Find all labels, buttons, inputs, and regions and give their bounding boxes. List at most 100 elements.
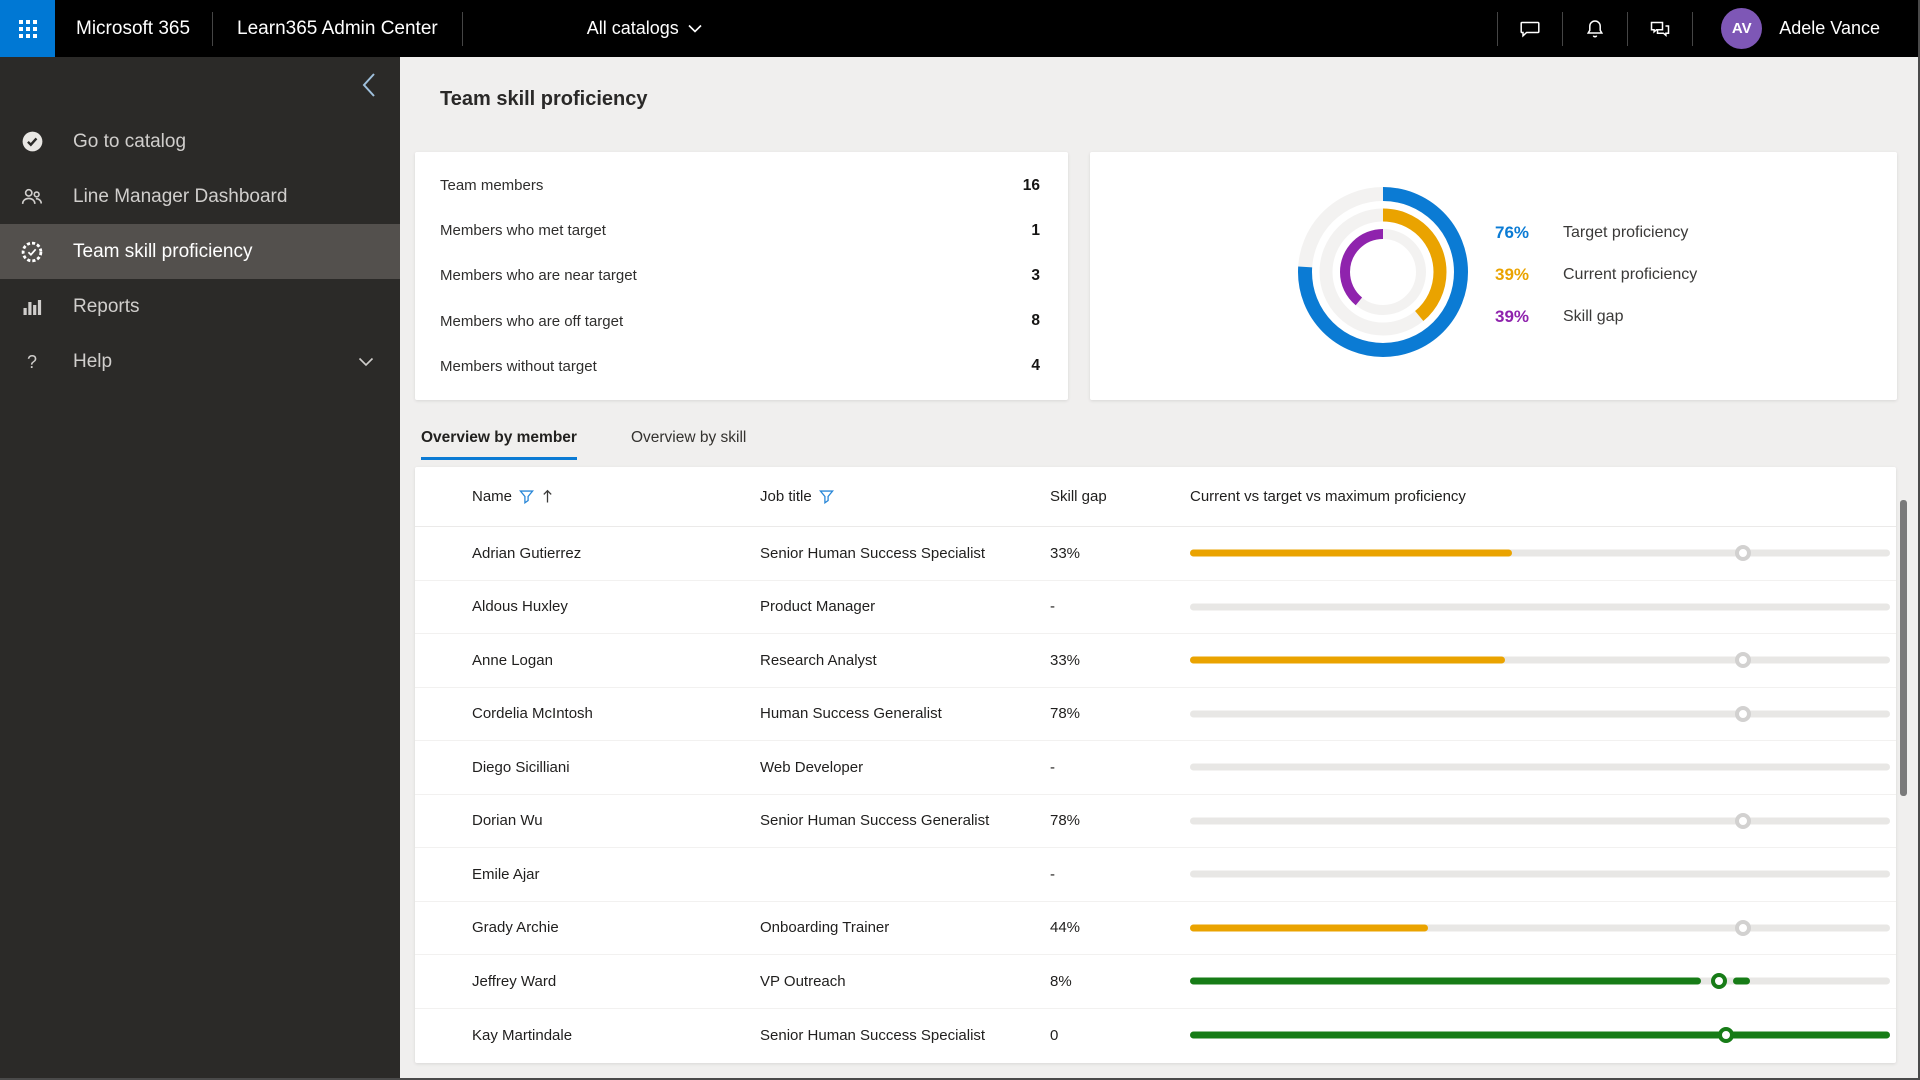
table-row[interactable]: Kay Martindale Senior Human Success Spec… xyxy=(415,1009,1896,1063)
notifications-button[interactable] xyxy=(1563,1,1627,57)
feedback-button[interactable] xyxy=(1628,1,1692,57)
cell-name: Kay Martindale xyxy=(472,1026,573,1044)
cell-name: Grady Archie xyxy=(472,919,559,937)
tab-overview-by-skill[interactable]: Overview by skill xyxy=(631,428,746,460)
stat-row: Team members 16 xyxy=(440,177,1040,195)
cell-job-title: Senior Human Success Specialist xyxy=(760,544,986,562)
sidebar-nav: Go to catalog Line Manager Dashboard Tea… xyxy=(0,114,400,389)
sidebar-item-label: Line Manager Dashboard xyxy=(73,185,288,207)
stat-value: 8 xyxy=(1031,312,1040,330)
question-icon: ? xyxy=(19,349,45,375)
legend-label: Current proficiency xyxy=(1563,266,1698,283)
table-row[interactable]: Cordelia McIntosh Human Success Generali… xyxy=(415,688,1896,741)
proficiency-bar xyxy=(1190,955,1890,1008)
table-row[interactable]: Anne Logan Research Analyst 33% xyxy=(415,634,1896,688)
vertical-scrollbar[interactable] xyxy=(1900,500,1907,796)
members-table: Name Job title Skill gap Current vs targ… xyxy=(415,467,1896,1063)
legend-label: Target proficiency xyxy=(1563,224,1689,241)
stat-row: Members who are off target 8 xyxy=(440,312,1040,330)
sidebar-item-reports[interactable]: Reports xyxy=(0,279,400,334)
people-icon xyxy=(19,184,45,210)
table-row[interactable]: Adrian Gutierrez Senior Human Success Sp… xyxy=(415,527,1896,581)
learn365-admin-window: Microsoft 365 Learn365 Admin Center All … xyxy=(0,0,1920,1080)
chart-legend: 76% Target proficiency 39% Current profi… xyxy=(1495,212,1697,338)
cell-skill-gap: - xyxy=(1050,758,1055,776)
chevron-down-icon xyxy=(688,24,702,33)
column-header-skill-gap: Skill gap xyxy=(1050,488,1107,505)
stat-row: Members who are near target 3 xyxy=(440,267,1040,285)
legend-label: Skill gap xyxy=(1563,308,1624,325)
topbar-divider xyxy=(1692,11,1694,46)
cell-skill-gap: 33% xyxy=(1050,651,1081,669)
cell-skill-gap: 78% xyxy=(1050,812,1081,830)
stat-label: Members without target xyxy=(440,357,597,375)
column-job-label: Job title xyxy=(760,488,812,505)
catalog-check-icon xyxy=(19,129,45,155)
filter-icon[interactable] xyxy=(519,489,535,504)
sidebar-item-label: Go to catalog xyxy=(73,130,187,152)
table-row[interactable]: Jeffrey Ward VP Outreach 8% xyxy=(415,955,1896,1009)
avatar[interactable]: AV xyxy=(1721,8,1763,49)
cell-skill-gap: 78% xyxy=(1050,705,1081,723)
proficiency-bar xyxy=(1190,581,1890,634)
cell-skill-gap: 33% xyxy=(1050,544,1081,562)
cell-job-title: Senior Human Success Generalist xyxy=(760,812,990,830)
cell-name: Adrian Gutierrez xyxy=(472,544,582,562)
tab-overview-by-member[interactable]: Overview by member xyxy=(421,428,577,460)
stat-row: Members without target 4 xyxy=(440,357,1040,375)
bar-current-fill xyxy=(1190,656,1505,664)
topbar-divider xyxy=(212,11,214,46)
table-row[interactable]: Emile Ajar - xyxy=(415,848,1896,902)
stat-label: Members who are off target xyxy=(440,312,624,330)
legend-value: 76% xyxy=(1495,223,1530,242)
cell-skill-gap: 44% xyxy=(1050,919,1081,937)
cell-job-title: Senior Human Success Specialist xyxy=(760,1026,986,1044)
stat-row: Members who met target 1 xyxy=(440,222,1040,240)
stat-value: 4 xyxy=(1031,357,1040,375)
sidebar-item-label: Reports xyxy=(73,295,140,317)
sidebar-item-label: Team skill proficiency xyxy=(73,240,253,262)
cell-job-title: VP Outreach xyxy=(760,972,846,990)
cell-name: Cordelia McIntosh xyxy=(472,705,593,723)
bar-current-fill xyxy=(1190,977,1701,985)
proficiency-bar xyxy=(1190,1009,1890,1063)
proficiency-donut-chart xyxy=(1298,187,1468,357)
app-launcher-button[interactable] xyxy=(0,0,55,57)
cell-name: Jeffrey Ward xyxy=(472,972,557,990)
sort-ascending-icon[interactable] xyxy=(541,489,554,504)
proficiency-bar xyxy=(1190,741,1890,794)
bar-current-fill xyxy=(1190,1031,1890,1039)
page-title: Team skill proficiency xyxy=(440,88,648,110)
target-marker-icon xyxy=(1735,545,1751,562)
brand-title[interactable]: Microsoft 365 xyxy=(76,18,190,40)
catalog-dropdown[interactable]: All catalogs xyxy=(587,18,702,39)
bar-track xyxy=(1190,603,1890,611)
table-row[interactable]: Diego Sicilliani Web Developer - xyxy=(415,741,1896,795)
sidebar-item-go-to-catalog[interactable]: Go to catalog xyxy=(0,114,400,169)
cell-skill-gap: - xyxy=(1050,598,1055,616)
table-row[interactable]: Aldous Huxley Product Manager - xyxy=(415,581,1896,634)
chevron-down-icon xyxy=(358,357,374,366)
stat-value: 1 xyxy=(1031,221,1040,239)
cell-name: Diego Sicilliani xyxy=(472,758,570,776)
sidebar-collapse-button[interactable] xyxy=(352,69,386,103)
table-row[interactable]: Grady Archie Onboarding Trainer 44% xyxy=(415,902,1896,955)
topbar-divider xyxy=(461,11,463,46)
cell-job-title: Web Developer xyxy=(760,758,864,776)
cell-skill-gap: - xyxy=(1050,865,1055,883)
main-content: Team skill proficiency Team members 16 M… xyxy=(400,57,1920,1080)
table-row[interactable]: Dorian Wu Senior Human Success Generalis… xyxy=(415,795,1896,848)
chat-button[interactable] xyxy=(1498,1,1562,57)
filter-icon[interactable] xyxy=(818,489,834,504)
sidebar-item-line-manager-dashboard[interactable]: Line Manager Dashboard xyxy=(0,169,400,224)
sidebar-item-help[interactable]: ? Help xyxy=(0,334,400,389)
bar-chart-icon xyxy=(19,294,45,320)
overview-tabs: Overview by member Overview by skill xyxy=(421,428,800,460)
cell-name: Emile Ajar xyxy=(472,865,540,883)
cell-skill-gap: 0 xyxy=(1050,1026,1059,1044)
proficiency-bar xyxy=(1190,848,1890,901)
waffle-icon xyxy=(18,19,37,38)
legend-value: 39% xyxy=(1495,265,1530,284)
chart-legend-item: 39% Skill gap xyxy=(1495,296,1697,338)
sidebar-item-team-skill-proficiency[interactable]: Team skill proficiency xyxy=(0,224,400,279)
